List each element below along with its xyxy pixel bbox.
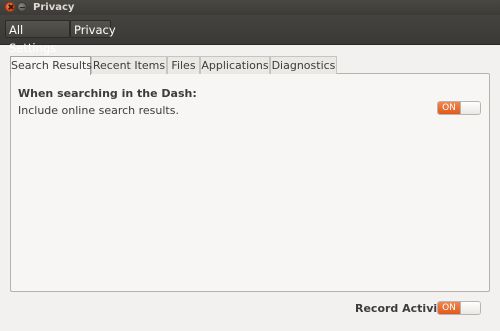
section-heading: When searching in the Dash: xyxy=(18,87,197,100)
minimize-icon[interactable] xyxy=(17,2,27,12)
online-results-switch[interactable]: ON xyxy=(437,101,481,115)
tab-search-results[interactable]: Search Results xyxy=(10,56,92,75)
switch-knob xyxy=(460,102,480,114)
tab-applications[interactable]: Applications xyxy=(200,56,270,74)
title-bar: Privacy xyxy=(0,0,500,15)
switch-state-label: ON xyxy=(438,102,460,114)
tab-files[interactable]: Files xyxy=(167,56,200,74)
online-results-label: Include online search results. xyxy=(18,104,179,117)
switch-state-label: ON xyxy=(438,302,460,314)
close-icon[interactable] xyxy=(5,2,15,12)
record-activity-label: Record Activity xyxy=(355,302,450,315)
tab-diagnostics[interactable]: Diagnostics xyxy=(270,56,337,74)
switch-knob xyxy=(460,302,480,314)
breadcrumb-privacy[interactable]: Privacy xyxy=(70,20,116,38)
tab-recent-items[interactable]: Recent Items xyxy=(91,56,167,74)
window-title: Privacy xyxy=(33,2,75,13)
toolbar: All Settings Privacy xyxy=(0,15,500,55)
all-settings-button[interactable]: All Settings xyxy=(5,20,70,55)
record-activity-switch[interactable]: ON xyxy=(437,301,481,315)
